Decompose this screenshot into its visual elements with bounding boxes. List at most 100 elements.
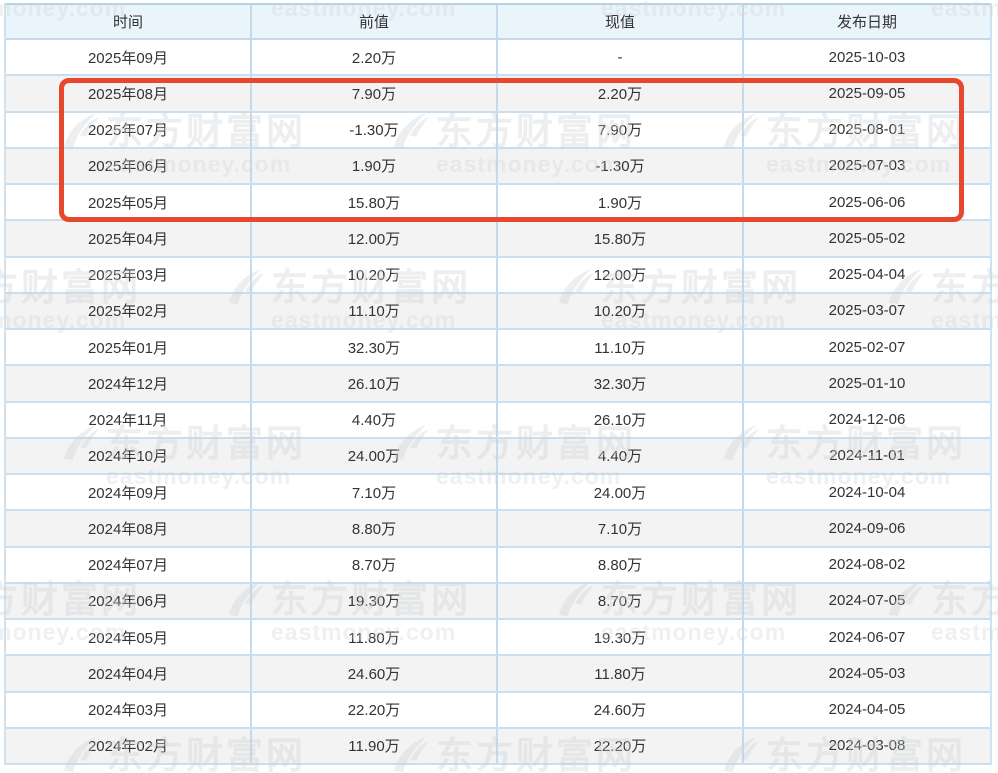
column-header-pub-date: 发布日期	[744, 5, 990, 38]
table-row: 2025年09月2.20万-2025-10-03	[6, 40, 990, 76]
table-row: 2024年12月26.10万32.30万2025-01-10	[6, 366, 990, 402]
cell-pub_date: 2024-11-01	[744, 439, 990, 473]
cell-pub_date: 2024-07-05	[744, 584, 990, 618]
table-row: 2024年08月8.80万7.10万2024-09-06	[6, 511, 990, 547]
cell-pub_date: 2024-08-02	[744, 548, 990, 582]
cell-prev: 4.40万	[252, 403, 498, 437]
cell-prev: 32.30万	[252, 330, 498, 364]
cell-prev: 24.00万	[252, 439, 498, 473]
cell-time: 2024年04月	[6, 656, 252, 690]
cell-pub_date: 2024-04-05	[744, 693, 990, 727]
cell-time: 2024年06月	[6, 584, 252, 618]
cell-current: 7.90万	[498, 113, 744, 147]
cell-time: 2025年06月	[6, 149, 252, 183]
cell-current: 11.10万	[498, 330, 744, 364]
cell-pub_date: 2025-04-04	[744, 258, 990, 292]
cell-current: 1.90万	[498, 185, 744, 219]
cell-prev: 7.90万	[252, 76, 498, 110]
cell-time: 2024年03月	[6, 693, 252, 727]
cell-time: 2024年09月	[6, 475, 252, 509]
table-row: 2025年06月1.90万-1.30万2025-07-03	[6, 149, 990, 185]
cell-current: 26.10万	[498, 403, 744, 437]
cell-pub_date: 2025-07-03	[744, 149, 990, 183]
cell-current: 24.00万	[498, 475, 744, 509]
cell-time: 2024年05月	[6, 620, 252, 654]
cell-current: 7.10万	[498, 511, 744, 545]
cell-current: 22.20万	[498, 729, 744, 763]
cell-time: 2025年07月	[6, 113, 252, 147]
table-row: 2024年04月24.60万11.80万2024-05-03	[6, 656, 990, 692]
table-row: 2024年03月22.20万24.60万2024-04-05	[6, 693, 990, 729]
cell-prev: 22.20万	[252, 693, 498, 727]
cell-time: 2024年08月	[6, 511, 252, 545]
cell-pub_date: 2025-06-06	[744, 185, 990, 219]
cell-pub_date: 2024-06-07	[744, 620, 990, 654]
cell-current: 12.00万	[498, 258, 744, 292]
table-row: 2024年10月24.00万4.40万2024-11-01	[6, 439, 990, 475]
cell-pub_date: 2024-05-03	[744, 656, 990, 690]
cell-prev: 8.70万	[252, 548, 498, 582]
table-row: 2024年02月11.90万22.20万2024-03-08	[6, 729, 990, 765]
cell-pub_date: 2024-03-08	[744, 729, 990, 763]
column-header-current: 现值	[498, 5, 744, 38]
cell-time: 2024年10月	[6, 439, 252, 473]
table-row: 2024年07月8.70万8.80万2024-08-02	[6, 548, 990, 584]
cell-prev: 1.90万	[252, 149, 498, 183]
cell-prev: 10.20万	[252, 258, 498, 292]
cell-prev: 7.10万	[252, 475, 498, 509]
cell-prev: 26.10万	[252, 366, 498, 400]
cell-current: 11.80万	[498, 656, 744, 690]
cell-prev: 19.30万	[252, 584, 498, 618]
column-header-prev: 前值	[252, 5, 498, 38]
cell-prev: 24.60万	[252, 656, 498, 690]
table-row: 2024年05月11.80万19.30万2024-06-07	[6, 620, 990, 656]
table-row: 2025年08月7.90万2.20万2025-09-05	[6, 76, 990, 112]
table-row: 2025年04月12.00万15.80万2025-05-02	[6, 221, 990, 257]
cell-pub_date: 2024-12-06	[744, 403, 990, 437]
cell-current: 15.80万	[498, 221, 744, 255]
cell-current: 19.30万	[498, 620, 744, 654]
column-header-time: 时间	[6, 5, 252, 38]
cell-pub_date: 2025-08-01	[744, 113, 990, 147]
table-row: 2025年07月-1.30万7.90万2025-08-01	[6, 113, 990, 149]
cell-pub_date: 2025-02-07	[744, 330, 990, 364]
table-row: 2024年06月19.30万8.70万2024-07-05	[6, 584, 990, 620]
table-body: 2025年09月2.20万-2025-10-032025年08月7.90万2.2…	[6, 40, 990, 765]
cell-prev: 11.10万	[252, 294, 498, 328]
cell-prev: -1.30万	[252, 113, 498, 147]
cell-current: 32.30万	[498, 366, 744, 400]
cell-pub_date: 2025-03-07	[744, 294, 990, 328]
cell-time: 2025年05月	[6, 185, 252, 219]
cell-time: 2024年12月	[6, 366, 252, 400]
table-row: 2024年11月4.40万26.10万2024-12-06	[6, 403, 990, 439]
cell-time: 2024年11月	[6, 403, 252, 437]
cell-pub_date: 2025-01-10	[744, 366, 990, 400]
table-row: 2024年09月7.10万24.00万2024-10-04	[6, 475, 990, 511]
table-row: 2025年05月15.80万1.90万2025-06-06	[6, 185, 990, 221]
cell-time: 2025年01月	[6, 330, 252, 364]
cell-prev: 11.90万	[252, 729, 498, 763]
cell-current: 8.70万	[498, 584, 744, 618]
cell-time: 2025年02月	[6, 294, 252, 328]
cell-current: -1.30万	[498, 149, 744, 183]
cell-current: 2.20万	[498, 76, 744, 110]
cell-prev: 2.20万	[252, 40, 498, 74]
data-table: 时间 前值 现值 发布日期 2025年09月2.20万-2025-10-0320…	[4, 3, 992, 765]
cell-prev: 8.80万	[252, 511, 498, 545]
table-row: 2025年02月11.10万10.20万2025-03-07	[6, 294, 990, 330]
cell-time: 2024年07月	[6, 548, 252, 582]
cell-pub_date: 2024-09-06	[744, 511, 990, 545]
cell-current: 8.80万	[498, 548, 744, 582]
cell-current: 24.60万	[498, 693, 744, 727]
cell-time: 2025年09月	[6, 40, 252, 74]
cell-pub_date: 2025-09-05	[744, 76, 990, 110]
cell-pub_date: 2025-05-02	[744, 221, 990, 255]
cell-time: 2025年03月	[6, 258, 252, 292]
cell-current: -	[498, 40, 744, 74]
cell-prev: 15.80万	[252, 185, 498, 219]
cell-current: 4.40万	[498, 439, 744, 473]
table-row: 2025年03月10.20万12.00万2025-04-04	[6, 258, 990, 294]
table-row: 2025年01月32.30万11.10万2025-02-07	[6, 330, 990, 366]
cell-pub_date: 2024-10-04	[744, 475, 990, 509]
cell-pub_date: 2025-10-03	[744, 40, 990, 74]
